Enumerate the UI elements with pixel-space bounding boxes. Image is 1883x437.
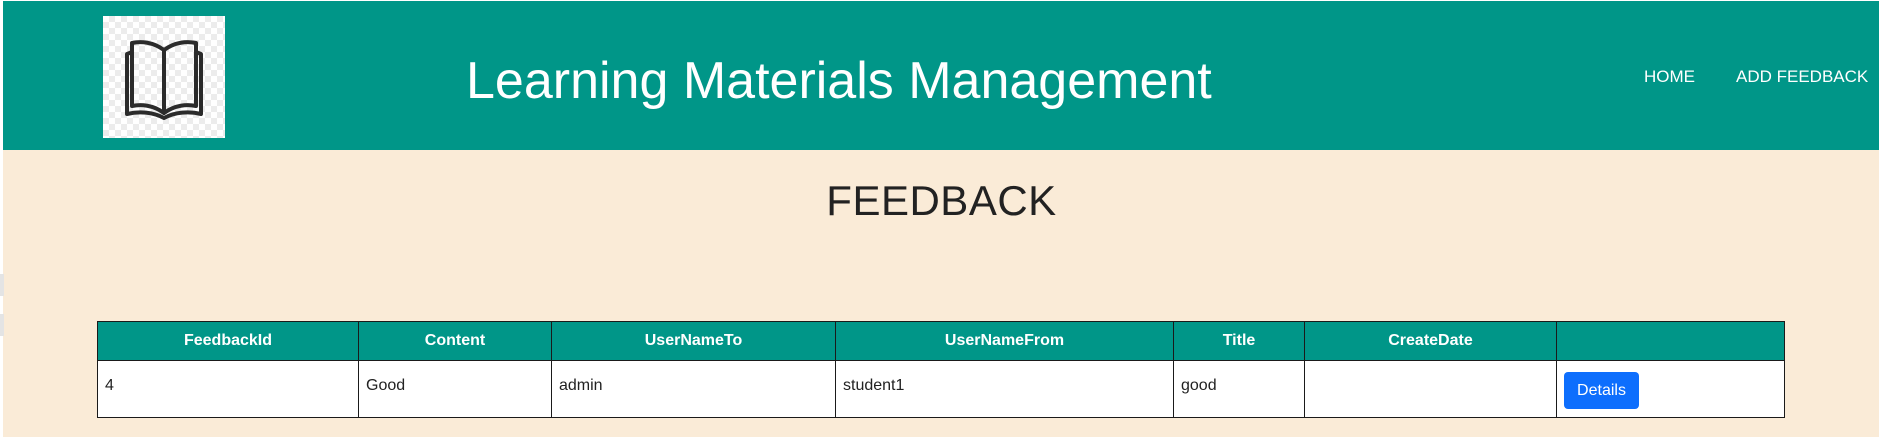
scroll-edge-mark (0, 274, 4, 296)
content-value: Good (366, 377, 406, 394)
cell-content: Good (358, 360, 552, 418)
cell-actions: Details (1556, 360, 1785, 418)
open-book-icon (125, 40, 203, 120)
feedback-table: FeedbackId Content UserNameTo UserNameFr… (97, 321, 1785, 418)
table-row: 4 Good admin student1 good Details (97, 360, 1785, 418)
site-header: Learning Materials Management HOME ADD F… (3, 1, 1879, 150)
column-header-username-from[interactable]: UserNameFrom (835, 321, 1174, 361)
column-header-actions (1556, 321, 1785, 361)
username-to-value: admin (559, 377, 603, 394)
title-value: good (1181, 377, 1217, 394)
table-header-row: FeedbackId Content UserNameTo UserNameFr… (97, 321, 1785, 361)
column-header-feedback-id[interactable]: FeedbackId (97, 321, 359, 361)
cell-username-to: admin (551, 360, 836, 418)
app-title: Learning Materials Management (466, 52, 1212, 110)
username-from-value: student1 (843, 377, 905, 394)
logo[interactable] (103, 16, 225, 138)
cell-title: good (1173, 360, 1305, 418)
feedback-id-value: 4 (105, 377, 114, 394)
page-title: FEEDBACK (826, 177, 1057, 224)
create-date-value (1312, 361, 1556, 377)
cell-feedback-id: 4 (97, 360, 359, 418)
nav-home-link[interactable]: HOME (1644, 66, 1695, 88)
nav-add-feedback-link[interactable]: ADD FEEDBACK (1736, 66, 1868, 88)
column-header-content[interactable]: Content (358, 321, 552, 361)
cell-create-date (1304, 360, 1557, 418)
cell-username-from: student1 (835, 360, 1174, 418)
column-header-title[interactable]: Title (1173, 321, 1305, 361)
column-header-username-to[interactable]: UserNameTo (551, 321, 836, 361)
page: Learning Materials Management HOME ADD F… (0, 0, 1883, 437)
column-header-create-date[interactable]: CreateDate (1304, 321, 1557, 361)
scroll-edge-mark (0, 314, 4, 336)
details-button[interactable]: Details (1564, 372, 1639, 409)
